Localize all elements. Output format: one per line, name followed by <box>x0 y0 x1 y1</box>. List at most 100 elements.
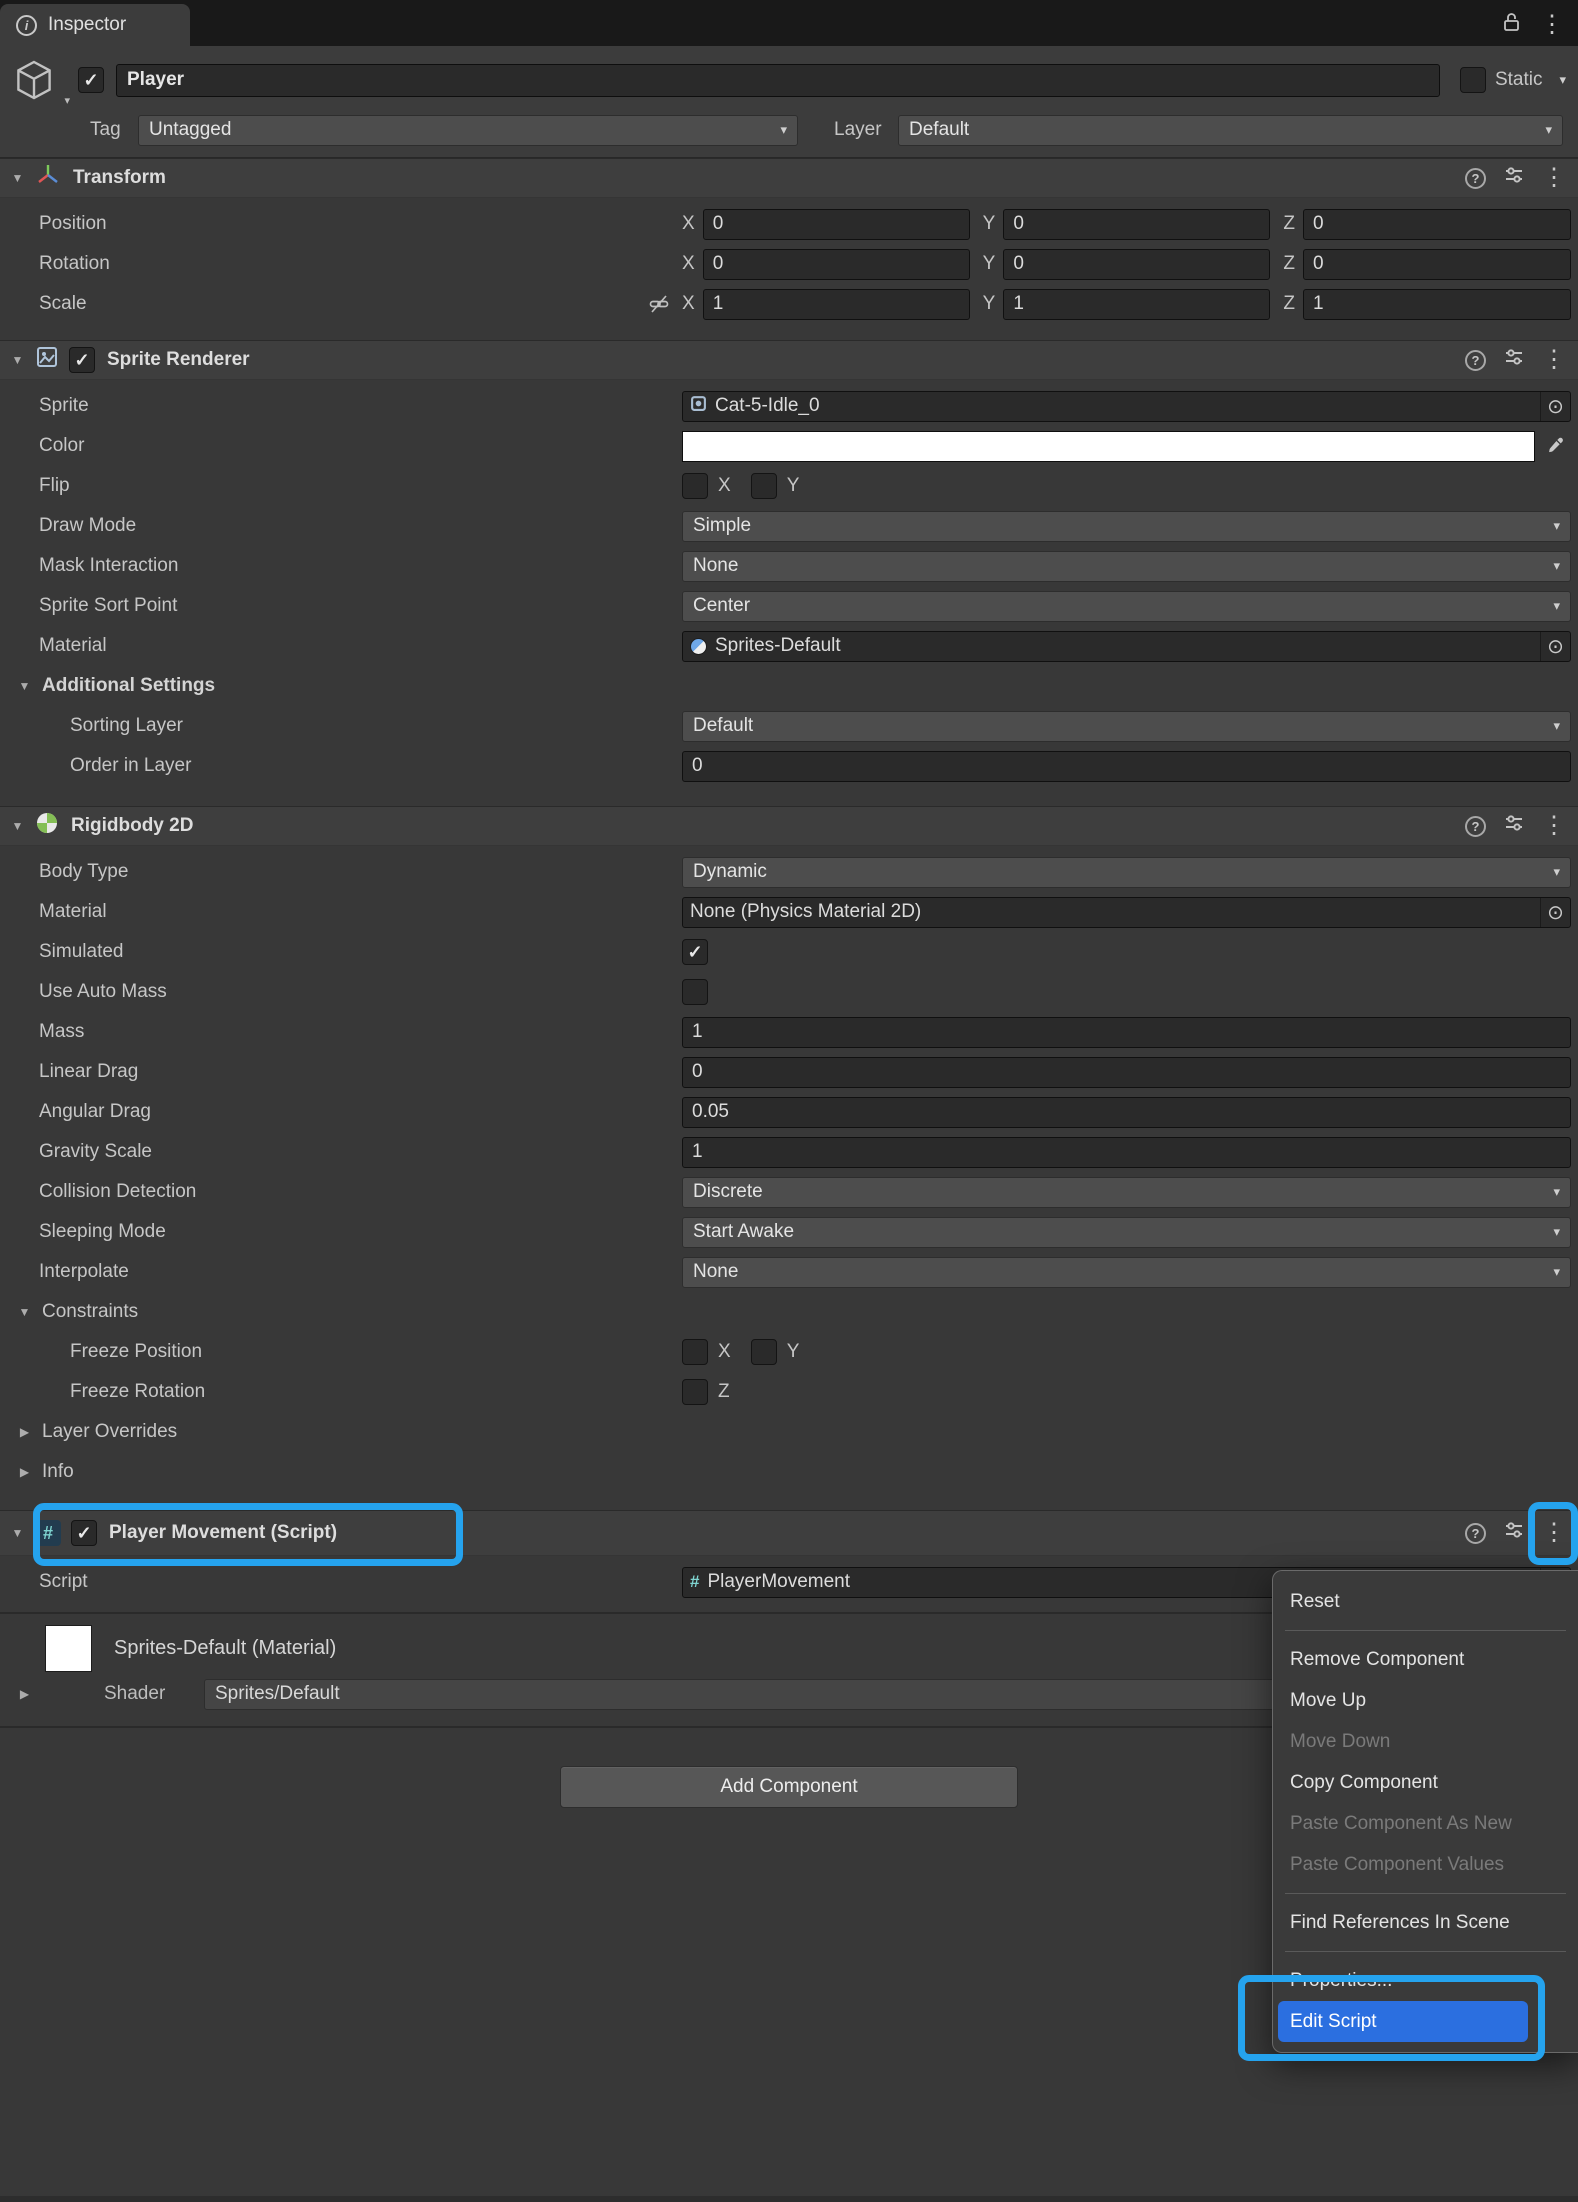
layer-dropdown[interactable]: Default ▾ <box>898 115 1563 146</box>
scale-z-field[interactable]: 1 <box>1303 289 1571 320</box>
menu-item-edit-script[interactable]: Edit Script <box>1278 2001 1528 2042</box>
kebab-menu-icon[interactable]: ⋮ <box>1542 348 1566 372</box>
gameobject-header: ▾ ✓ Player Static ▾ Tag Untagged ▾ Layer… <box>0 46 1578 158</box>
object-picker-icon[interactable]: ⊙ <box>1540 632 1570 661</box>
help-icon[interactable]: ? <box>1465 350 1486 371</box>
sprite-field[interactable]: Cat-5-Idle_0 ⊙ <box>682 391 1571 422</box>
body-type-label: Body Type <box>0 861 682 883</box>
sorting-layer-dropdown[interactable]: Default ▾ <box>682 711 1571 742</box>
kebab-menu-icon[interactable]: ⋮ <box>1542 1521 1566 1545</box>
menu-item-remove-component[interactable]: Remove Component <box>1273 1639 1578 1680</box>
sprite-sort-point-dropdown[interactable]: Center ▾ <box>682 591 1571 622</box>
rotation-x-field[interactable]: 0 <box>703 249 970 280</box>
freeze-position-y-checkbox[interactable] <box>751 1339 777 1365</box>
draw-mode-dropdown[interactable]: Simple ▾ <box>682 511 1571 542</box>
linear-drag-field[interactable]: 0 <box>682 1057 1571 1088</box>
name-field[interactable]: Player <box>116 64 1440 97</box>
freeze-rotation-z-checkbox[interactable] <box>682 1379 708 1405</box>
mass-field[interactable]: 1 <box>682 1017 1571 1048</box>
lock-icon[interactable] <box>1503 12 1520 38</box>
static-checkbox[interactable] <box>1460 67 1486 93</box>
chevron-down-icon: ▾ <box>1545 1224 1560 1240</box>
active-checkbox[interactable]: ✓ <box>78 67 104 93</box>
object-picker-icon[interactable]: ⊙ <box>1540 392 1570 421</box>
static-label: Static <box>1495 69 1543 91</box>
script-icon: # <box>35 1520 61 1546</box>
sleeping-mode-dropdown[interactable]: Start Awake ▾ <box>682 1217 1571 1248</box>
gravity-scale-label: Gravity Scale <box>0 1141 682 1163</box>
additional-settings-foldout[interactable]: ▼ Additional Settings <box>0 675 682 697</box>
kebab-menu-icon[interactable]: ⋮ <box>1542 814 1566 838</box>
foldout-icon[interactable]: ▼ <box>10 1526 25 1540</box>
eyedropper-icon[interactable] <box>1541 436 1571 456</box>
presets-icon[interactable] <box>1504 1520 1524 1546</box>
menu-item-find-references[interactable]: Find References In Scene <box>1273 1902 1578 1943</box>
gravity-scale-field[interactable]: 1 <box>682 1137 1571 1168</box>
menu-item-copy-component[interactable]: Copy Component <box>1273 1762 1578 1803</box>
constraints-foldout[interactable]: ▼ Constraints <box>0 1301 682 1323</box>
position-x-field[interactable]: 0 <box>703 209 970 240</box>
presets-icon[interactable] <box>1504 813 1524 839</box>
angular-drag-field[interactable]: 0.05 <box>682 1097 1571 1128</box>
position-y-field[interactable]: 0 <box>1003 209 1270 240</box>
gameobject-icon[interactable]: ▾ <box>10 55 66 105</box>
freeze-rotation-z-label: Z <box>718 1381 730 1403</box>
material-field[interactable]: Sprites-Default ⊙ <box>682 631 1571 662</box>
order-in-layer-field[interactable]: 0 <box>682 751 1571 782</box>
menu-item-reset[interactable]: Reset <box>1273 1581 1578 1622</box>
rb-material-field[interactable]: None (Physics Material 2D) ⊙ <box>682 897 1571 928</box>
help-icon[interactable]: ? <box>1465 816 1486 837</box>
position-z-field[interactable]: 0 <box>1303 209 1571 240</box>
color-swatch[interactable] <box>682 431 1535 462</box>
enabled-checkbox[interactable]: ✓ <box>71 1520 97 1546</box>
rotation-y-field[interactable]: 0 <box>1003 249 1270 280</box>
foldout-icon: ▶ <box>17 1465 32 1479</box>
menu-item-properties[interactable]: Properties... <box>1273 1960 1578 2001</box>
axis-x-label: X <box>682 213 695 235</box>
menu-separator <box>1285 1893 1566 1894</box>
link-scale-icon[interactable] <box>648 293 670 315</box>
help-icon[interactable]: ? <box>1465 1523 1486 1544</box>
flip-x-checkbox[interactable] <box>682 473 708 499</box>
axis-y-label: Y <box>983 253 996 275</box>
transform-component: ▼ Transform ? ⋮ <box>0 158 1578 340</box>
tab-inspector[interactable]: i Inspector <box>0 4 190 46</box>
help-icon[interactable]: ? <box>1465 168 1486 189</box>
use-auto-mass-checkbox[interactable] <box>682 979 708 1005</box>
foldout-icon[interactable]: ▶ <box>17 1687 32 1701</box>
rotation-z-field[interactable]: 0 <box>1303 249 1571 280</box>
info-foldout[interactable]: ▶ Info <box>0 1461 682 1483</box>
freeze-position-x-checkbox[interactable] <box>682 1339 708 1365</box>
foldout-icon[interactable]: ▼ <box>10 171 25 185</box>
flip-y-checkbox[interactable] <box>751 473 777 499</box>
kebab-menu-icon[interactable]: ⋮ <box>1540 13 1564 37</box>
scale-y-field[interactable]: 1 <box>1003 289 1270 320</box>
script-icon: # <box>690 1572 699 1592</box>
layer-overrides-foldout[interactable]: ▶ Layer Overrides <box>0 1421 682 1443</box>
component-title: Transform <box>73 167 166 189</box>
transform-icon <box>35 162 61 194</box>
presets-icon[interactable] <box>1504 347 1524 373</box>
kebab-menu-icon[interactable]: ⋮ <box>1542 166 1566 190</box>
simulated-checkbox[interactable]: ✓ <box>682 939 708 965</box>
sprite-label: Sprite <box>0 395 682 417</box>
menu-item-move-up[interactable]: Move Up <box>1273 1680 1578 1721</box>
foldout-icon[interactable]: ▼ <box>10 353 25 367</box>
presets-icon[interactable] <box>1504 165 1524 191</box>
mask-interaction-row: Mask Interaction None ▾ <box>0 546 1578 586</box>
player-movement-header: ▼ # ✓ Player Movement (Script) ? ⋮ <box>0 1510 1578 1556</box>
material-row: Material Sprites-Default ⊙ <box>0 626 1578 666</box>
object-picker-icon[interactable]: ⊙ <box>1540 898 1570 927</box>
collision-detection-dropdown[interactable]: Discrete ▾ <box>682 1177 1571 1208</box>
tag-dropdown[interactable]: Untagged ▾ <box>138 115 798 146</box>
chevron-down-icon[interactable]: ▾ <box>1551 72 1566 88</box>
mask-interaction-dropdown[interactable]: None ▾ <box>682 551 1571 582</box>
enabled-checkbox[interactable]: ✓ <box>69 347 95 373</box>
foldout-icon[interactable]: ▼ <box>10 819 25 833</box>
body-type-dropdown[interactable]: Dynamic ▾ <box>682 857 1571 888</box>
simulated-row: Simulated ✓ <box>0 932 1578 972</box>
scale-x-field[interactable]: 1 <box>703 289 970 320</box>
use-auto-mass-label: Use Auto Mass <box>0 981 682 1003</box>
add-component-button[interactable]: Add Component <box>560 1766 1018 1808</box>
interpolate-dropdown[interactable]: None ▾ <box>682 1257 1571 1288</box>
